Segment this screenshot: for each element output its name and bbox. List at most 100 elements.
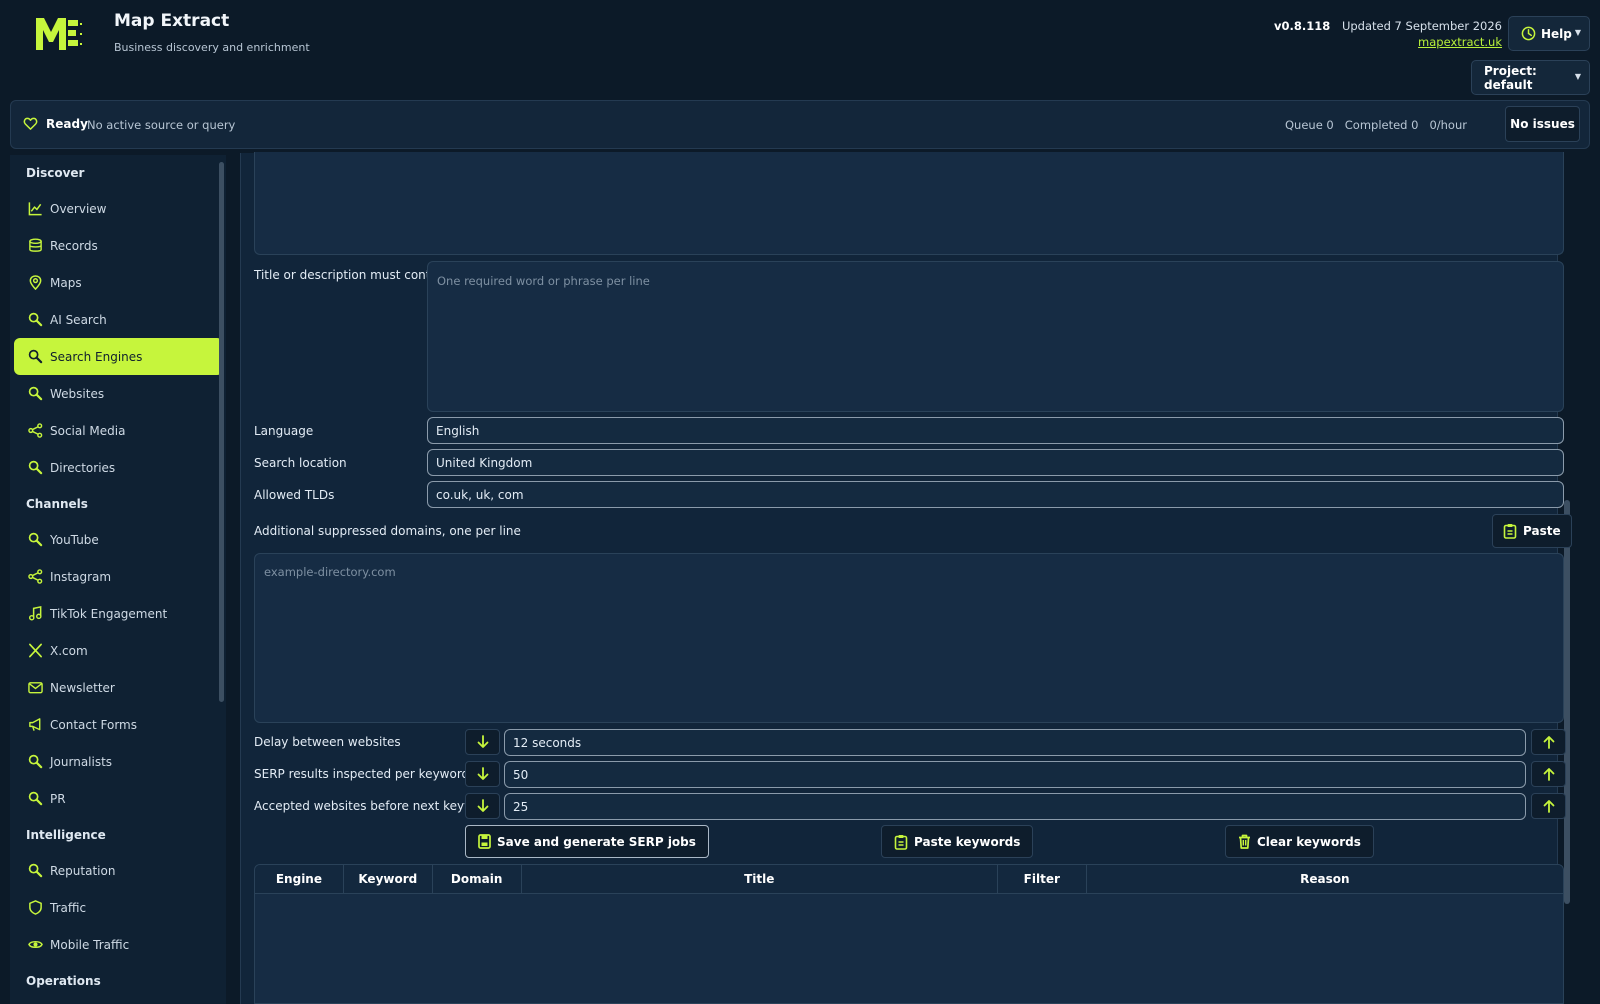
suppressed-domains-textarea[interactable]: example-directory.com: [254, 553, 1564, 723]
save-generate-button[interactable]: Save and generate SERP jobs: [465, 825, 709, 858]
delay-decrement-button[interactable]: [465, 729, 500, 755]
project-label: Project: default: [1484, 63, 1537, 92]
sidebar-item-label: Reputation: [50, 863, 116, 878]
accepted-decrement-button[interactable]: [465, 793, 500, 819]
sidebar-item-label: Traffic: [50, 900, 87, 915]
sidebar: Discover Overview Records Maps AI Search Sear…: [10, 155, 226, 1004]
column-header-reason[interactable]: Reason: [1087, 865, 1563, 893]
arrow-up-icon: [1543, 736, 1554, 749]
column-header-filter[interactable]: Filter: [998, 865, 1087, 893]
sidebar-item-tiktok-engagement[interactable]: TikTok Engagement: [14, 595, 223, 632]
sidebar-item-websites[interactable]: Websites: [14, 375, 223, 412]
sidebar-item-contact-forms[interactable]: Contact Forms: [14, 706, 223, 743]
serp-decrement-button[interactable]: [465, 761, 500, 787]
sidebar-section-channels: Channels: [26, 496, 88, 511]
sidebar-item-ai-search[interactable]: AI Search: [14, 301, 223, 338]
search-icon: [27, 863, 43, 879]
status-message: No active source or query: [87, 118, 236, 132]
accepted-field[interactable]: 25: [504, 793, 1526, 820]
arrow-down-icon: [477, 735, 488, 748]
mail-icon: [27, 680, 43, 696]
title-filter-label: Title or description must contain: [254, 268, 449, 282]
serp-field[interactable]: 50: [504, 761, 1526, 788]
search-icon: [27, 349, 43, 365]
sidebar-item-label: Mobile Traffic: [50, 937, 130, 952]
language-field[interactable]: English: [427, 417, 1564, 444]
heart-icon: [23, 116, 38, 131]
excluded-terms-textarea[interactable]: [254, 152, 1564, 255]
sidebar-item-overview[interactable]: Overview: [14, 190, 223, 227]
delay-increment-button[interactable]: [1531, 729, 1566, 755]
title-filter-placeholder: One required word or phrase per line: [437, 274, 650, 288]
arrow-up-icon: [1543, 800, 1554, 813]
sidebar-item-newsletter[interactable]: Newsletter: [14, 669, 223, 706]
sidebar-item-label: Instagram: [50, 569, 112, 584]
app-logo: [34, 14, 84, 52]
sidebar-item-label: PR: [50, 791, 66, 806]
database-icon: [27, 238, 43, 254]
sidebar-item-directories[interactable]: Directories: [14, 449, 223, 486]
delay-field[interactable]: 12 seconds: [504, 729, 1526, 756]
sidebar-item-x-com[interactable]: X.com: [14, 632, 223, 669]
sidebar-scrollbar[interactable]: [219, 162, 224, 702]
sidebar-item-traffic[interactable]: Traffic: [14, 889, 223, 926]
sidebar-item-records[interactable]: Records: [14, 227, 223, 264]
share-icon: [27, 569, 43, 585]
search-icon: [27, 386, 43, 402]
suppressed-label: Additional suppressed domains, one per l…: [254, 524, 521, 538]
search-icon: [27, 532, 43, 548]
site-link[interactable]: mapextract.uk: [1274, 35, 1502, 49]
project-selector[interactable]: Project: default ▼: [1471, 60, 1590, 95]
clipboard-icon: [1503, 523, 1517, 539]
eye-icon: [27, 937, 43, 953]
sidebar-item-label: Directories: [50, 460, 116, 475]
language-label: Language: [254, 424, 314, 438]
status-state: Ready: [46, 117, 88, 131]
help-button[interactable]: Help ▼: [1508, 16, 1590, 51]
help-icon: [1521, 26, 1536, 41]
sidebar-item-instagram[interactable]: Instagram: [14, 558, 223, 595]
map-pin-icon: [27, 275, 43, 291]
sidebar-item-journalists[interactable]: Journalists: [14, 743, 223, 780]
clear-keywords-button[interactable]: Clear keywords: [1225, 825, 1374, 858]
issues-button[interactable]: No issues: [1505, 106, 1580, 142]
sidebar-item-label: Websites: [50, 386, 105, 401]
title-filter-textarea[interactable]: One required word or phrase per line: [427, 261, 1564, 412]
chart-line-icon: [27, 201, 43, 217]
sidebar-section-intelligence: Intelligence: [26, 827, 106, 842]
search-icon: [27, 460, 43, 476]
column-header-domain[interactable]: Domain: [433, 865, 522, 893]
app-subtitle: Business discovery and enrichment: [114, 41, 310, 54]
sidebar-item-label: Contact Forms: [50, 717, 137, 732]
sidebar-item-label: AI Search: [50, 312, 107, 327]
paste-keywords-button[interactable]: Paste keywords: [881, 825, 1034, 858]
accepted-increment-button[interactable]: [1531, 793, 1566, 819]
column-header-keyword[interactable]: Keyword: [344, 865, 433, 893]
version-info: v0.8.118 Updated 7 September 2026 mapext…: [1274, 19, 1502, 49]
sidebar-item-youtube[interactable]: YouTube: [14, 521, 223, 558]
app-title: Map Extract: [114, 11, 230, 31]
status-metrics: Queue 0 Completed 0 0/hour: [1285, 118, 1467, 132]
sidebar-item-reputation[interactable]: Reputation: [14, 852, 223, 889]
sidebar-item-pr[interactable]: PR: [14, 780, 223, 817]
sidebar-item-label: Newsletter: [50, 680, 115, 695]
megaphone-icon: [27, 717, 43, 733]
column-header-engine[interactable]: Engine: [255, 865, 344, 893]
tlds-field[interactable]: co.uk, uk, com: [427, 481, 1564, 508]
save-icon: [478, 834, 491, 849]
paste-button[interactable]: Paste: [1492, 514, 1572, 548]
suppressed-placeholder: example-directory.com: [264, 565, 396, 579]
tlds-label: Allowed TLDs: [254, 488, 335, 502]
sidebar-item-label: YouTube: [50, 532, 99, 547]
column-header-title[interactable]: Title: [522, 865, 998, 893]
sidebar-item-social-media[interactable]: Social Media: [14, 412, 223, 449]
accepted-label: Accepted websites before next keyword: [254, 799, 494, 813]
completed-count: Completed 0: [1344, 118, 1419, 132]
arrow-down-icon: [477, 767, 488, 780]
serp-increment-button[interactable]: [1531, 761, 1566, 787]
location-field[interactable]: United Kingdom: [427, 449, 1564, 476]
sidebar-item-search-engines[interactable]: Search Engines: [14, 338, 223, 375]
sidebar-item-maps[interactable]: Maps: [14, 264, 223, 301]
main-scrollbar[interactable]: [1564, 500, 1570, 904]
sidebar-item-mobile-traffic[interactable]: Mobile Traffic: [14, 926, 223, 963]
